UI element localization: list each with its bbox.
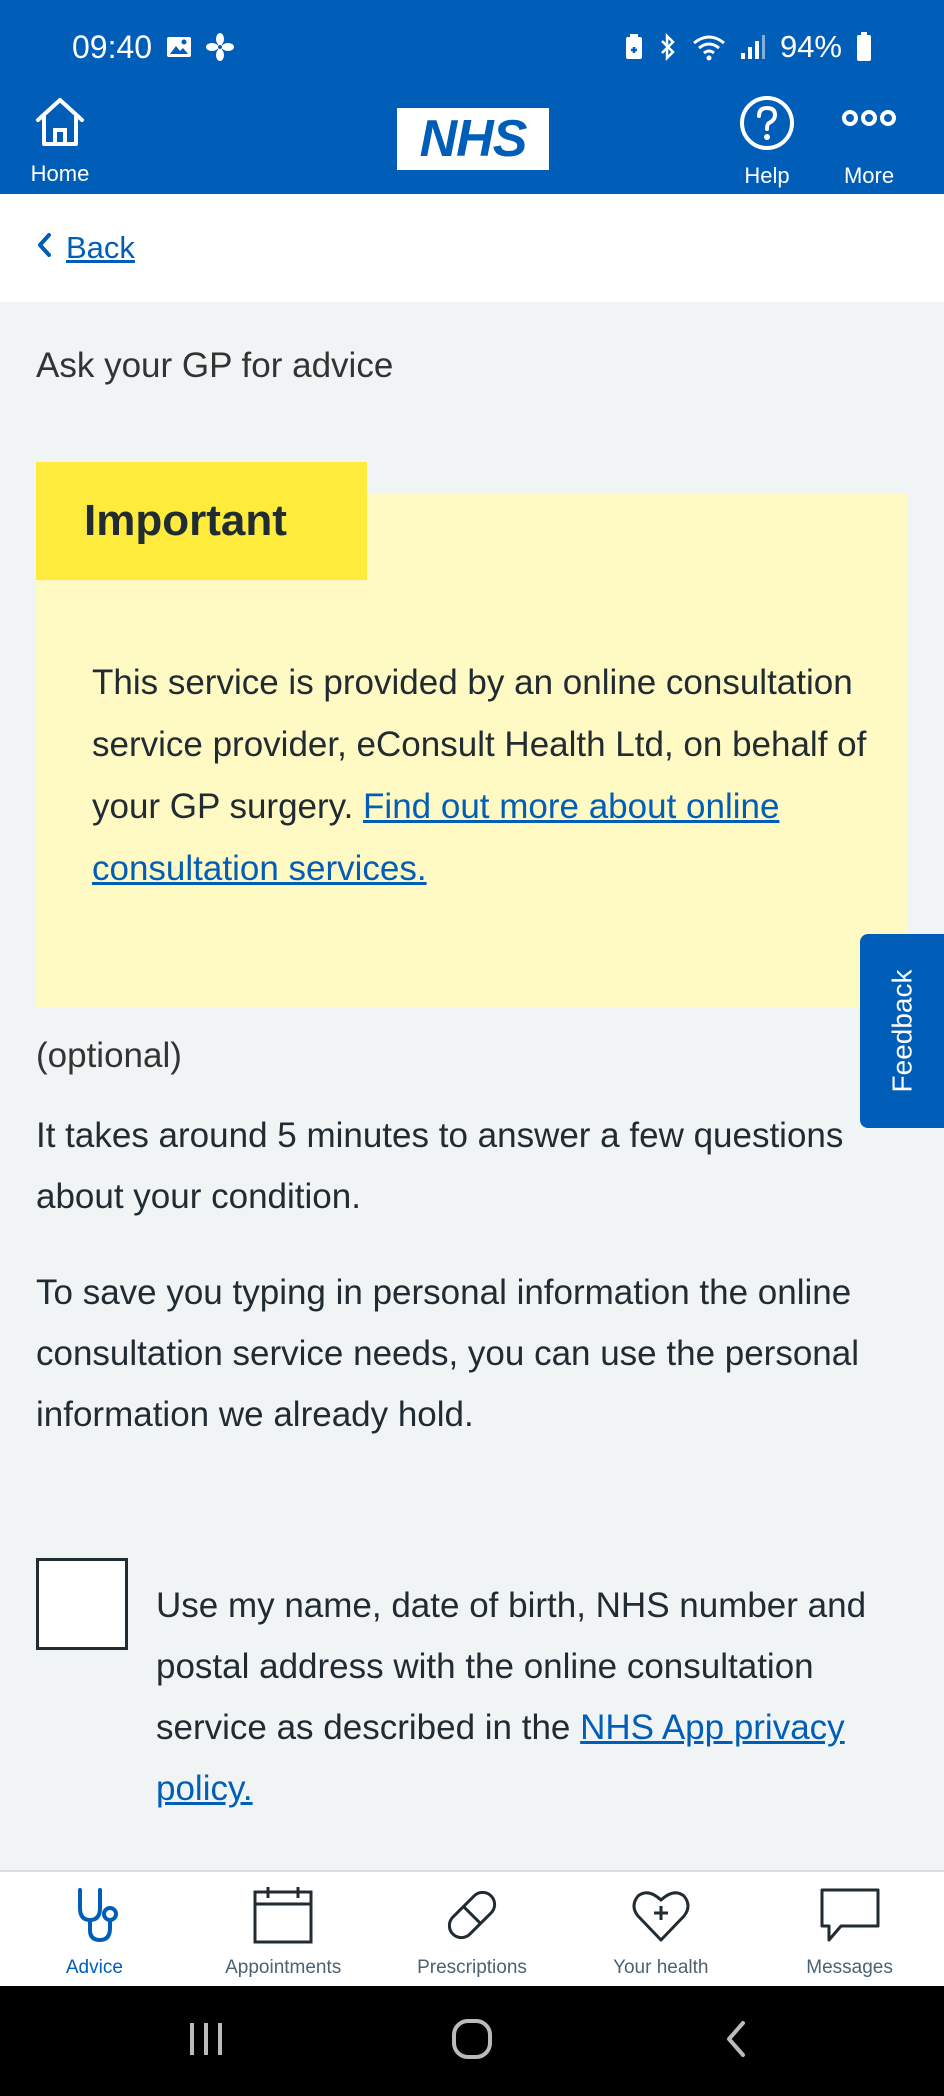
callout-body: This service is provided by an online co… bbox=[92, 652, 892, 900]
signal-icon bbox=[740, 33, 766, 61]
message-icon bbox=[819, 1884, 881, 1951]
more-button[interactable]: More bbox=[840, 94, 898, 194]
nhs-logo: NHS bbox=[397, 108, 549, 170]
stethoscope-icon bbox=[64, 1884, 124, 1951]
status-time: 09:40 bbox=[72, 28, 153, 65]
nav-advice[interactable]: Advice bbox=[0, 1872, 189, 1986]
status-left: 09:40 bbox=[72, 28, 235, 66]
image-icon bbox=[166, 35, 192, 59]
feedback-label: Feedback bbox=[886, 969, 917, 1093]
nav-appointments[interactable]: Appointments bbox=[189, 1872, 378, 1986]
bottom-nav: Advice Appointments Prescriptions Your h… bbox=[0, 1870, 944, 1986]
checkbox-label: Use my name, date of birth, NHS number a… bbox=[156, 1575, 886, 1819]
nav-advice-label: Advice bbox=[65, 1957, 123, 1978]
feedback-button[interactable]: Feedback bbox=[860, 934, 944, 1128]
heart-plus-icon bbox=[630, 1884, 692, 1951]
system-back-button[interactable] bbox=[676, 1986, 796, 2096]
more-label: More bbox=[843, 163, 895, 188]
home-icon bbox=[30, 94, 90, 155]
more-icon bbox=[840, 94, 898, 157]
status-bar: 09:40 94% bbox=[0, 0, 944, 94]
fan-icon bbox=[206, 33, 235, 61]
back-bar: Back bbox=[0, 194, 944, 302]
battery-icon bbox=[856, 32, 872, 62]
back-arrow-icon bbox=[721, 2019, 751, 2064]
page-heading: Ask your GP for advice bbox=[36, 346, 394, 385]
home-label: Home bbox=[30, 161, 90, 186]
back-label: Back bbox=[66, 230, 135, 265]
status-right: 94% bbox=[624, 29, 872, 65]
personal-info-text: To save you typing in personal informati… bbox=[36, 1273, 860, 1434]
nav-prescriptions[interactable]: Prescriptions bbox=[378, 1872, 567, 1986]
nav-appointments-label: Appointments bbox=[225, 1957, 342, 1978]
battery-percentage: 94% bbox=[779, 29, 842, 64]
pill-icon bbox=[441, 1884, 503, 1951]
battery-saver-icon bbox=[624, 33, 644, 61]
help-button[interactable]: Help bbox=[738, 94, 796, 194]
recent-apps-icon bbox=[186, 2021, 226, 2062]
app-header: Home NHS Help More bbox=[0, 94, 944, 194]
system-nav-bar bbox=[0, 1986, 944, 2096]
nav-prescriptions-label: Prescriptions bbox=[417, 1957, 527, 1978]
system-home-button[interactable] bbox=[412, 1986, 532, 2096]
nav-messages[interactable]: Messages bbox=[755, 1872, 944, 1986]
nav-your-health-label: Your health bbox=[613, 1957, 709, 1978]
nav-your-health[interactable]: Your health bbox=[566, 1872, 755, 1986]
back-link[interactable]: Back bbox=[36, 230, 135, 266]
home-button[interactable]: Home bbox=[30, 94, 90, 194]
calendar-icon bbox=[252, 1884, 314, 1951]
wifi-icon bbox=[692, 33, 726, 61]
chevron-left-icon bbox=[36, 230, 52, 266]
callout-label: Important bbox=[36, 462, 367, 580]
time-estimate-text: It takes around 5 minutes to answer a fe… bbox=[36, 1116, 844, 1216]
use-personal-info-checkbox[interactable] bbox=[36, 1558, 128, 1650]
optional-label: (optional) bbox=[36, 1036, 182, 1075]
bluetooth-icon bbox=[658, 33, 678, 61]
nav-messages-label: Messages bbox=[806, 1957, 893, 1978]
help-icon bbox=[738, 94, 796, 157]
home-circle-icon bbox=[450, 2017, 494, 2066]
help-label: Help bbox=[744, 163, 790, 188]
recent-apps-button[interactable] bbox=[146, 1986, 266, 2096]
